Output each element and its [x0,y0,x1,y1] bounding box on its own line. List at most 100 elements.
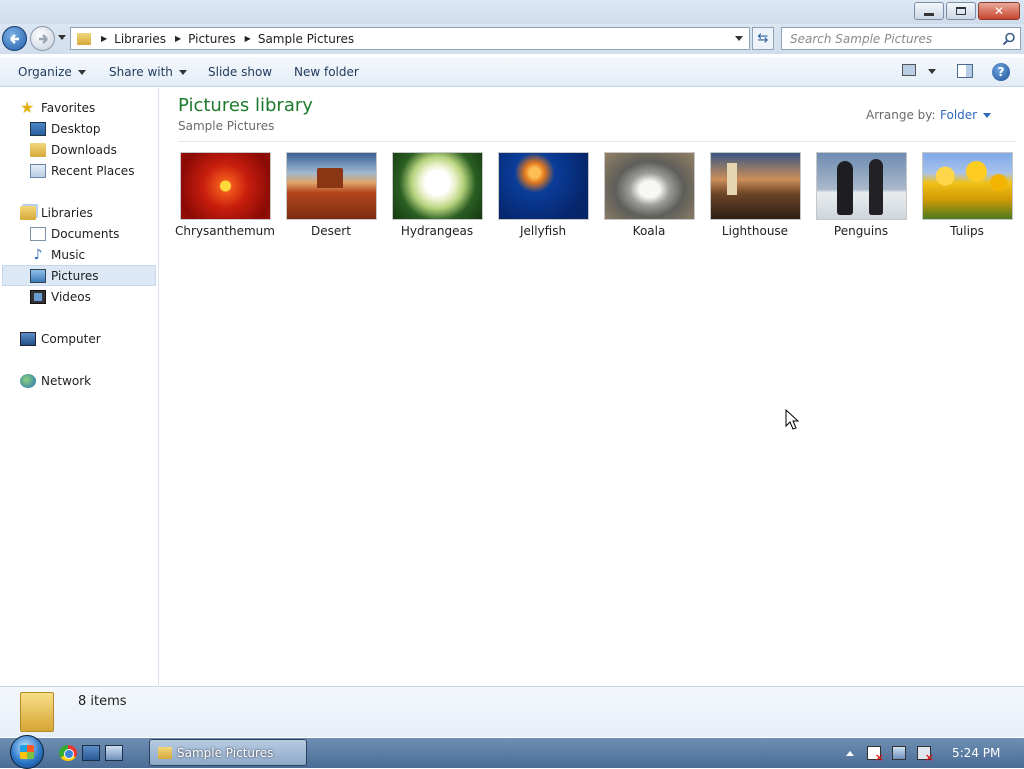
thumbnail-image [710,152,801,220]
sidebar-item-label: Network [41,373,92,388]
file-name: Lighthouse [721,224,789,238]
sidebar-item-pictures[interactable]: Pictures [2,265,156,286]
breadcrumb-libraries[interactable]: Libraries [114,32,166,46]
videos-icon [30,289,46,304]
address-bar[interactable]: ▶ Libraries ▶ Pictures ▶ Sample Pictures [70,27,750,50]
page-title: Pictures library [178,95,313,116]
switch-windows-icon[interactable] [105,745,123,761]
forward-button[interactable] [30,26,55,51]
sidebar-item-favorites[interactable]: ★ Favorites [20,97,95,118]
documents-icon [30,226,46,241]
minimize-button[interactable] [914,2,944,20]
view-options-dropdown-icon[interactable] [928,69,936,74]
new-folder-label: New folder [294,65,359,79]
maximize-button[interactable] [946,2,976,20]
chrome-icon[interactable] [59,745,77,761]
restore-icon [956,7,966,15]
sidebar-item-documents[interactable]: Documents [30,223,119,244]
sidebar-item-label: Music [51,247,86,262]
details-pane: 8 items [0,686,1024,737]
breadcrumb-separator-icon[interactable]: ▶ [245,34,251,43]
help-icon[interactable]: ? [992,63,1010,81]
navigation-pane: ★ Favorites Desktop Downloads Recent Plac… [0,88,159,685]
file-name: Koala [632,224,666,238]
taskbar-window-sample-pictures[interactable]: Sample Pictures [149,739,307,766]
sidebar-item-desktop[interactable]: Desktop [30,118,101,139]
folder-icon [158,746,172,759]
sidebar-item-music[interactable]: ♪ Music [30,244,86,265]
sidebar-item-label: Computer [41,331,101,346]
command-bar: Organize Share with Slide show New folde… [0,57,1024,87]
refresh-icon: ⇆ [757,31,769,46]
back-button[interactable] [2,26,27,51]
folder-icon [20,692,54,732]
mouse-cursor-icon [785,409,799,430]
recent-places-icon [30,163,46,178]
window-controls: ✕ [912,2,1020,20]
show-hidden-icons-icon[interactable] [846,751,854,756]
breadcrumb-sample-pictures[interactable]: Sample Pictures [258,32,354,46]
arrange-by-dropdown[interactable]: Folder [940,108,992,122]
file-name: Jellyfish [519,224,567,238]
show-desktop-icon[interactable] [82,745,100,761]
breadcrumb-pictures[interactable]: Pictures [188,32,236,46]
organize-button[interactable]: Organize [18,65,86,79]
sidebar-item-label: Recent Places [51,163,135,178]
sidebar-item-label: Favorites [41,100,96,115]
refresh-button[interactable]: ⇆ [752,27,774,50]
slide-show-label: Slide show [208,65,273,79]
address-row: ▶ Libraries ▶ Pictures ▶ Sample Pictures… [0,24,1024,54]
organize-label: Organize [18,65,72,79]
search-input[interactable] [790,31,995,46]
action-center-icon[interactable] [867,746,884,764]
desktop-icon [30,121,46,136]
recent-pages-dropdown[interactable] [58,35,66,40]
close-icon: ✕ [993,4,1005,18]
file-name: Desert [311,224,351,238]
file-name: Hydrangeas [400,224,474,238]
thumbnail-image [604,152,695,220]
change-view-icon[interactable] [902,64,916,76]
slide-show-button[interactable]: Slide show [208,65,272,79]
network-icon [20,373,36,388]
share-with-button[interactable]: Share with [109,65,187,79]
music-note-icon: ♪ [33,246,43,263]
header-divider [178,141,1016,142]
search-icon[interactable] [1002,32,1016,46]
libraries-icon [20,205,36,220]
thumbnail-image [286,152,377,220]
item-count: 8 items [78,694,127,709]
file-name: Penguins [833,224,889,238]
address-dropdown-icon[interactable] [735,36,743,41]
breadcrumb-separator-icon[interactable]: ▶ [101,34,107,43]
search-box[interactable] [781,27,1021,50]
minimize-icon [924,12,934,16]
taskbar: Sample Pictures 5:24 PM [0,735,1024,769]
sidebar-item-downloads[interactable]: Downloads [30,139,117,160]
downloads-folder-icon [30,142,46,157]
chevron-down-icon [983,112,992,118]
sidebar-item-videos[interactable]: Videos [30,286,91,307]
close-button[interactable]: ✕ [978,2,1020,20]
new-folder-button[interactable]: New folder [294,65,359,79]
volume-muted-icon[interactable] [917,746,934,764]
sidebar-item-label: Documents [51,226,120,241]
breadcrumb-separator-icon[interactable]: ▶ [175,34,181,43]
sidebar-item-label: Pictures [51,268,99,283]
arrange-by-label: Arrange by: [866,108,936,122]
sidebar-item-computer[interactable]: Computer [20,328,101,349]
sidebar-item-recent-places[interactable]: Recent Places [30,160,134,181]
sidebar-item-libraries[interactable]: Libraries [20,202,93,223]
page-subtitle: Sample Pictures [178,119,275,133]
thumbnail-image [392,152,483,220]
thumbnail-image [180,152,271,220]
forward-arrow-icon [39,34,48,44]
start-button[interactable] [10,735,44,769]
back-arrow-icon [10,34,19,44]
sidebar-item-label: Libraries [41,205,93,220]
sidebar-item-label: Downloads [51,142,117,157]
sidebar-item-network[interactable]: Network [20,370,91,391]
preview-pane-icon[interactable] [957,64,973,78]
clock[interactable]: 5:24 PM [952,746,1000,760]
network-status-icon[interactable] [892,746,906,760]
